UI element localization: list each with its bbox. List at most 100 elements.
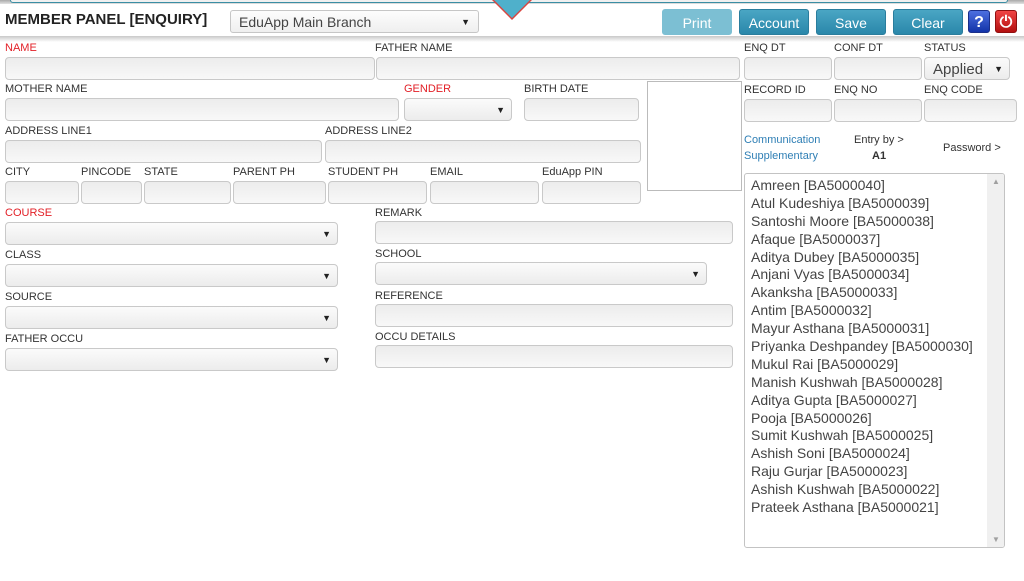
- chevron-down-icon: ▼: [322, 355, 331, 365]
- class-select[interactable]: ▼: [5, 264, 338, 287]
- remark-input[interactable]: [375, 221, 733, 244]
- mother-name-input[interactable]: [5, 98, 399, 121]
- communication-link[interactable]: Communication: [744, 134, 820, 146]
- clear-button[interactable]: Clear: [893, 9, 963, 35]
- chevron-down-icon: ▼: [322, 271, 331, 281]
- supplementary-link[interactable]: Supplementary: [744, 150, 818, 162]
- parent-ph-label: PARENT PH: [233, 166, 295, 178]
- enq-dt-input[interactable]: [744, 57, 832, 80]
- list-item[interactable]: Priyanka Deshpandey [BA5000030]: [751, 338, 1004, 356]
- pincode-label: PINCODE: [81, 166, 132, 178]
- eduapp-pin-label: EduApp PIN: [542, 166, 603, 178]
- list-item[interactable]: Amreen [BA5000040]: [751, 177, 1004, 195]
- list-item[interactable]: Mayur Asthana [BA5000031]: [751, 320, 1004, 338]
- list-item[interactable]: Aditya Gupta [BA5000027]: [751, 392, 1004, 410]
- list-item[interactable]: Prateek Asthana [BA5000021]: [751, 499, 1004, 517]
- list-item[interactable]: Mukul Rai [BA5000029]: [751, 356, 1004, 374]
- list-item[interactable]: Santoshi Moore [BA5000038]: [751, 213, 1004, 231]
- school-select[interactable]: ▼: [375, 262, 707, 285]
- scroll-up-icon[interactable]: ▲: [992, 177, 1000, 186]
- status-select[interactable]: Applied ▼: [924, 57, 1010, 80]
- chevron-down-icon: ▼: [461, 17, 470, 27]
- name-input[interactable]: [5, 57, 375, 80]
- scroll-down-icon[interactable]: ▼: [992, 535, 1000, 544]
- enq-code-label: ENQ CODE: [924, 84, 983, 96]
- account-button[interactable]: Account: [739, 9, 809, 35]
- list-item[interactable]: Sumit Kushwah [BA5000025]: [751, 427, 1004, 445]
- birth-date-input[interactable]: [524, 98, 639, 121]
- list-scrollbar[interactable]: ▲ ▼: [987, 174, 1004, 547]
- enq-no-label: ENQ NO: [834, 84, 878, 96]
- pincode-input[interactable]: [81, 181, 142, 204]
- school-label: SCHOOL: [375, 248, 422, 260]
- course-label: COURSE: [5, 207, 53, 219]
- help-icon[interactable]: ?: [968, 10, 990, 33]
- father-name-input[interactable]: [376, 57, 740, 80]
- gender-label: GENDER: [404, 83, 452, 95]
- list-item[interactable]: Raju Gurjar [BA5000023]: [751, 463, 1004, 481]
- reference-label: REFERENCE: [375, 290, 443, 302]
- page-title: MEMBER PANEL [ENQUIRY]: [5, 11, 208, 28]
- enq-no-input[interactable]: [834, 99, 922, 122]
- parent-ph-input[interactable]: [233, 181, 326, 204]
- list-item[interactable]: Akanksha [BA5000033]: [751, 284, 1004, 302]
- enquiry-list[interactable]: Amreen [BA5000040] Atul Kudeshiya [BA5000…: [744, 173, 1005, 548]
- gender-select[interactable]: ▼: [404, 98, 512, 121]
- eduapp-pin-input[interactable]: [542, 181, 641, 204]
- address-line2-label: ADDRESS LINE2: [325, 125, 412, 137]
- reference-input[interactable]: [375, 304, 733, 327]
- name-label: NAME: [5, 42, 37, 54]
- course-select[interactable]: ▼: [5, 222, 338, 245]
- list-item[interactable]: Anjani Vyas [BA5000034]: [751, 266, 1004, 284]
- city-input[interactable]: [5, 181, 79, 204]
- enq-dt-label: ENQ DT: [744, 42, 786, 54]
- list-item[interactable]: Afaque [BA5000037]: [751, 231, 1004, 249]
- state-label: STATE: [144, 166, 178, 178]
- entry-by-label[interactable]: Entry by >: [854, 134, 904, 146]
- entry-by-value: A1: [872, 150, 887, 162]
- mother-name-label: MOTHER NAME: [5, 83, 88, 95]
- conf-dt-input[interactable]: [834, 57, 922, 80]
- city-label: CITY: [5, 166, 31, 178]
- remark-label: REMARK: [375, 207, 423, 219]
- list-item[interactable]: Manish Kushwah [BA5000028]: [751, 374, 1004, 392]
- email-label: EMAIL: [430, 166, 464, 178]
- list-item[interactable]: Pooja [BA5000026]: [751, 410, 1004, 428]
- class-label: CLASS: [5, 249, 42, 261]
- chevron-down-icon: ▼: [496, 105, 505, 115]
- list-item[interactable]: Atul Kudeshiya [BA5000039]: [751, 195, 1004, 213]
- save-button[interactable]: Save: [816, 9, 886, 35]
- list-item[interactable]: Antim [BA5000032]: [751, 302, 1004, 320]
- conf-dt-label: CONF DT: [834, 42, 883, 54]
- birth-date-label: BIRTH DATE: [524, 83, 589, 95]
- source-label: SOURCE: [5, 291, 53, 303]
- student-ph-input[interactable]: [328, 181, 427, 204]
- student-ph-label: STUDENT PH: [328, 166, 399, 178]
- panel-toggle-tab-fill[interactable]: [494, 0, 530, 18]
- power-icon[interactable]: ⏻: [995, 10, 1017, 33]
- email-input[interactable]: [430, 181, 539, 204]
- photo-box[interactable]: [647, 81, 742, 191]
- print-button[interactable]: Print: [662, 9, 732, 35]
- address-line1-input[interactable]: [5, 140, 322, 163]
- chevron-down-icon: ▼: [994, 64, 1003, 74]
- state-input[interactable]: [144, 181, 231, 204]
- enq-code-input[interactable]: [924, 99, 1017, 122]
- occu-details-input[interactable]: [375, 345, 733, 368]
- list-item[interactable]: Ashish Soni [BA5000024]: [751, 445, 1004, 463]
- record-id-input[interactable]: [744, 99, 832, 122]
- source-select[interactable]: ▼: [5, 306, 338, 329]
- father-occu-label: FATHER OCCU: [5, 333, 84, 345]
- branch-select[interactable]: EduApp Main Branch ▼: [230, 10, 479, 33]
- list-item[interactable]: Ashish Kushwah [BA5000022]: [751, 481, 1004, 499]
- status-select-value: Applied: [933, 61, 984, 78]
- father-name-label: FATHER NAME: [375, 42, 453, 54]
- enquiry-list-items: Amreen [BA5000040] Atul Kudeshiya [BA5000…: [745, 174, 1004, 517]
- password-link[interactable]: Password >: [943, 142, 1001, 154]
- address-line2-input[interactable]: [325, 140, 641, 163]
- father-occu-select[interactable]: ▼: [5, 348, 338, 371]
- status-label: STATUS: [924, 42, 966, 54]
- list-item[interactable]: Aditya Dubey [BA5000035]: [751, 249, 1004, 267]
- occu-details-label: OCCU DETAILS: [375, 331, 456, 343]
- record-id-label: RECORD ID: [744, 84, 806, 96]
